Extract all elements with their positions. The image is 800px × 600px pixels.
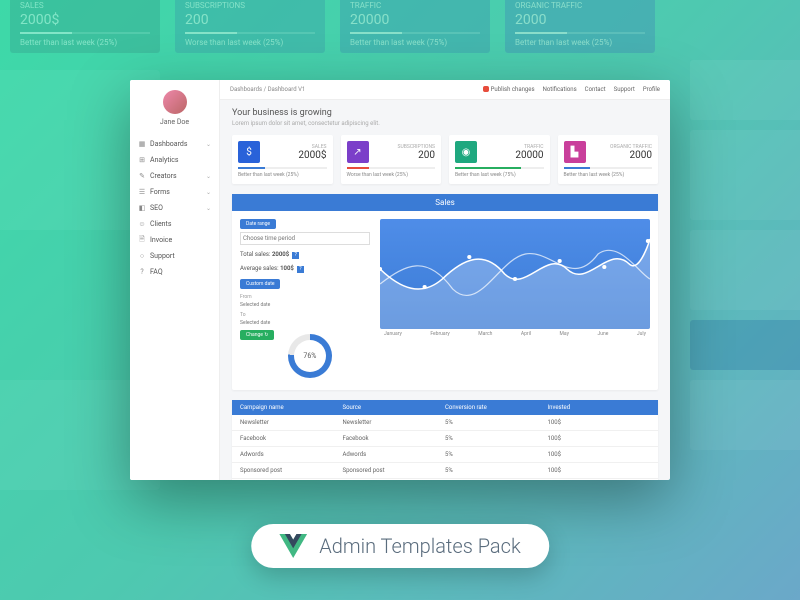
topbar: Dashboards / Dashboard V1 Publish change… xyxy=(220,80,670,100)
sidebar-item-support[interactable]: ○ Support xyxy=(130,248,219,264)
bg-card-sales: SALES2000$Better than last week (25%) xyxy=(10,0,160,53)
stat-icon: ▙ xyxy=(564,141,586,163)
nav-label: FAQ xyxy=(150,268,163,276)
sidebar-item-analytics[interactable]: ⊞ Analytics xyxy=(130,152,219,168)
page-subtitle: Lorem ipsum dolor sit amet, consectetur … xyxy=(232,120,658,127)
stat-card-traffic: ◉TRAFFIC20000Better than last week (75%) xyxy=(449,135,550,184)
gauge-chart: 76% xyxy=(288,334,332,378)
chevron-down-icon: ⌄ xyxy=(206,141,211,148)
chevron-down-icon: ⌄ xyxy=(206,173,211,180)
profile-link[interactable]: Profile xyxy=(643,86,660,93)
nav-label: SEO xyxy=(150,204,163,212)
main-area: Dashboards / Dashboard V1 Publish change… xyxy=(220,80,670,480)
stat-card-organic-traffic: ▙ORGANIC TRAFFIC2000Better than last wee… xyxy=(558,135,659,184)
sales-line-chart xyxy=(380,219,650,329)
avg-sales: Average sales: 100$? xyxy=(240,265,370,273)
dashboard-window: Jane Doe ▦ Dashboards ⌄ ⊞ Analytics ✎ Creators… xyxy=(130,80,670,480)
stat-card-subscriptions: ↗SUBSCRIPTIONS200Worse than last week (2… xyxy=(341,135,442,184)
table-header: Campaign nameSourceConversion rateInvest… xyxy=(232,400,658,415)
support-link[interactable]: Support xyxy=(614,86,635,93)
chevron-down-icon: ⌄ xyxy=(206,205,211,212)
campaigns-table: Campaign nameSourceConversion rateInvest… xyxy=(232,400,658,480)
contact-link[interactable]: Contact xyxy=(585,86,606,93)
sidebar-item-invoice[interactable]: 🗎 Invoice xyxy=(130,232,219,248)
change-button[interactable]: Change ↻ xyxy=(240,330,274,340)
sidebar-item-seo[interactable]: ◧ SEO ⌄ xyxy=(130,200,219,216)
publish-button[interactable]: Publish changes xyxy=(483,86,535,93)
user-name: Jane Doe xyxy=(130,118,219,126)
sidebar: Jane Doe ▦ Dashboards ⌄ ⊞ Analytics ✎ Creators… xyxy=(130,80,220,480)
stat-icon: $ xyxy=(238,141,260,163)
vue-logo-icon xyxy=(279,534,307,558)
table-row[interactable]: Newsletter 2Newsletter5%100$ xyxy=(232,479,658,480)
stat-row: $SALES2000$Better than last week (25%)↗S… xyxy=(232,135,658,184)
nav-label: Creators xyxy=(150,172,177,180)
nav-icon: ☰ xyxy=(138,188,146,196)
nav-label: Support xyxy=(150,252,175,260)
sidebar-item-clients[interactable]: ☺ Clients xyxy=(130,216,219,232)
bg-card-organic: ORGANIC TRAFFIC2000Better than last week… xyxy=(505,0,655,53)
total-sales: Total sales: 2000$? xyxy=(240,251,370,259)
nav-icon: ? xyxy=(138,268,146,276)
custom-date-pill: Custom date xyxy=(240,279,280,289)
nav-icon: ▦ xyxy=(138,140,146,148)
table-row[interactable]: Sponsored postSponsored post5%100$ xyxy=(232,463,658,479)
nav-icon: ○ xyxy=(138,252,146,260)
nav-label: Forms xyxy=(150,188,170,196)
stat-icon: ◉ xyxy=(455,141,477,163)
nav-icon: ☺ xyxy=(138,220,146,228)
page-title: Your business is growing xyxy=(232,108,658,118)
chart-x-axis: JanuaryFebruaryMarchAprilMayJuneJuly xyxy=(380,329,650,339)
sales-panel-title: Sales xyxy=(232,194,658,211)
breadcrumb: Dashboards / Dashboard V1 xyxy=(230,86,483,93)
nav-icon: ⊞ xyxy=(138,156,146,164)
content: Your business is growing Lorem ipsum dol… xyxy=(220,100,670,480)
notifications-link[interactable]: Notifications xyxy=(543,86,577,93)
stat-card-sales: $SALES2000$Better than last week (25%) xyxy=(232,135,333,184)
sidebar-item-faq[interactable]: ? FAQ xyxy=(130,264,219,280)
product-badge: Admin Templates Pack xyxy=(251,524,549,568)
avatar[interactable] xyxy=(163,90,187,114)
table-row[interactable]: AdwordsAdwords5%100$ xyxy=(232,447,658,463)
table-row[interactable]: NewsletterNewsletter5%100$ xyxy=(232,415,658,431)
date-range-pill: Date range xyxy=(240,219,276,229)
sidebar-item-dashboards[interactable]: ▦ Dashboards ⌄ xyxy=(130,136,219,152)
time-period-select[interactable] xyxy=(240,232,370,245)
nav-icon: ✎ xyxy=(138,172,146,180)
sidebar-item-creators[interactable]: ✎ Creators ⌄ xyxy=(130,168,219,184)
nav-icon: ◧ xyxy=(138,204,146,212)
nav-icon: 🗎 xyxy=(138,236,146,244)
badge-text: Admin Templates Pack xyxy=(319,534,521,558)
nav-label: Clients xyxy=(150,220,171,228)
nav-label: Analytics xyxy=(150,156,179,164)
sidebar-item-forms[interactable]: ☰ Forms ⌄ xyxy=(130,184,219,200)
bg-card-traffic: TRAFFIC20000Better than last week (75%) xyxy=(340,0,490,53)
chevron-down-icon: ⌄ xyxy=(206,189,211,196)
sales-panel: Sales Date range Total sales: 2000$? Ave… xyxy=(232,194,658,390)
nav-label: Invoice xyxy=(150,236,172,244)
stat-icon: ↗ xyxy=(347,141,369,163)
table-row[interactable]: FacebookFacebook5%100$ xyxy=(232,431,658,447)
bg-card-subs: SUBSCRIPTIONS200Worse than last week (25… xyxy=(175,0,325,53)
nav-label: Dashboards xyxy=(150,140,187,148)
